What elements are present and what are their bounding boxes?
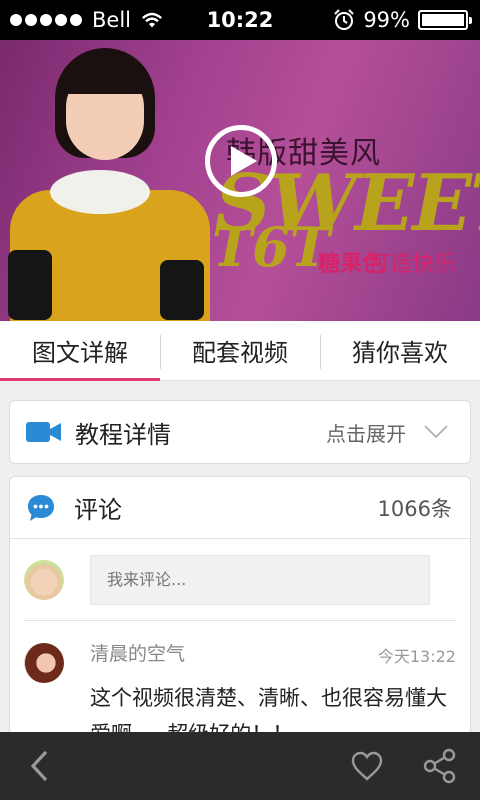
status-bar: Bell 10:22 99% [0,0,480,40]
banner-model-collar [50,170,150,214]
comment-bubble-icon [28,494,54,521]
signal-strength-icon [10,14,82,26]
current-user-avatar [24,559,64,600]
comments-header: 评论 1066条 [10,477,470,539]
bottom-toolbar [0,732,480,800]
banner-model-sleeve [160,260,204,320]
comments-count: 1066条 [377,496,452,521]
tab-graphic-details[interactable]: 图文详解 [0,321,160,381]
video-banner[interactable]: 韩版甜美风 SWEET T6T 糖果色 打造快乐 [0,40,480,321]
banner-slogan: 打造快乐 [368,252,457,277]
comment-input-row [24,539,456,621]
comments-title: 评论 [74,496,122,524]
play-icon [231,146,257,176]
battery-icon [418,10,472,30]
back-arrow-icon[interactable] [26,746,54,786]
avatar[interactable] [24,643,64,683]
banner-t6t-text: T6T [212,215,330,279]
battery-percent: 99% [363,8,410,32]
wifi-icon [142,12,162,28]
comment-input[interactable] [90,554,430,605]
tab-bar: 图文详解 配套视频 猜你喜欢 [0,321,480,381]
alarm-icon [334,9,355,30]
banner-model-sleeve [8,250,52,320]
video-camera-icon [26,422,61,442]
tab-recommended[interactable]: 猜你喜欢 [320,321,480,380]
tab-videos[interactable]: 配套视频 [160,321,320,380]
tutorial-details-title: 教程详情 [75,420,171,449]
chevron-down-icon[interactable] [424,425,448,439]
share-icon[interactable] [422,748,458,784]
heart-icon[interactable] [350,750,384,782]
carrier-name: Bell [92,8,131,32]
play-button[interactable] [205,125,277,197]
tutorial-details-card[interactable]: 教程详情 点击展开 [9,400,471,464]
comment-time: 今天13:22 [377,647,456,666]
expand-label[interactable]: 点击展开 [326,418,406,447]
comments-card: 评论 1066条 清晨的空气 今天13:22 这个视频很清楚、清晰、也很容易懂大… [9,476,471,766]
banner-model-bangs [60,56,150,94]
